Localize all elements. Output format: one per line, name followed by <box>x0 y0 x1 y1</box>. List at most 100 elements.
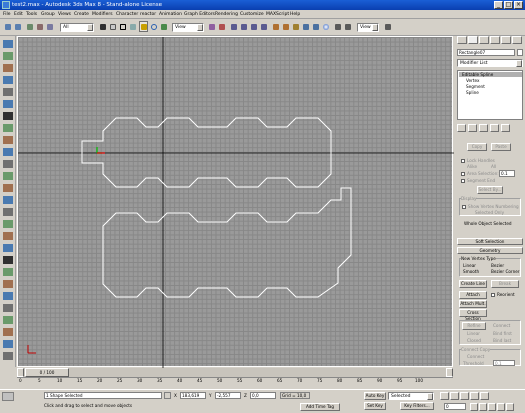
schematic-view-button[interactable] <box>311 21 320 32</box>
render-scene-button[interactable] <box>333 21 342 32</box>
menu-edit[interactable]: Edit <box>14 11 23 18</box>
tool-icon[interactable] <box>3 124 13 132</box>
zoom-button[interactable] <box>470 403 478 411</box>
x-coordinate-field[interactable]: 183,619 <box>180 392 206 399</box>
break-button[interactable]: Break <box>491 280 519 288</box>
menu-maxscript[interactable]: MAXScript <box>266 11 289 18</box>
soft-selection-rollout[interactable]: Soft Selection <box>457 238 523 245</box>
chevron-down-icon[interactable] <box>87 24 93 31</box>
linear-radio[interactable]: Linear <box>463 263 476 268</box>
add-time-tag-button[interactable]: Add Time Tag <box>300 403 340 411</box>
area-selection-checkbox[interactable] <box>461 172 465 176</box>
menu-help[interactable]: Help <box>290 11 300 18</box>
menu-graph-editors[interactable]: Graph Editors <box>184 11 215 18</box>
menu-character[interactable]: Character <box>116 11 138 18</box>
goto-end-button[interactable] <box>480 392 489 400</box>
time-slider[interactable]: 0 / 100 <box>17 368 453 377</box>
make-unique-button[interactable] <box>479 124 488 132</box>
segment-end-checkbox[interactable] <box>461 179 465 183</box>
align-button[interactable] <box>281 21 290 32</box>
curve-editor-button[interactable] <box>301 21 310 32</box>
hierarchy-tab[interactable] <box>479 36 489 44</box>
alike-radio-label[interactable]: Alike <box>467 164 477 169</box>
menu-file[interactable]: File <box>3 11 11 18</box>
zoom-extents-button[interactable] <box>488 403 496 411</box>
linear-checkbox-label[interactable]: Linear <box>467 331 480 336</box>
auto-key-button[interactable]: Auto Key <box>364 392 386 400</box>
tool-icon[interactable] <box>3 256 13 264</box>
connect-checkbox-label[interactable]: Connect <box>493 323 510 328</box>
object-name-field[interactable]: Rectangle07 <box>457 49 515 56</box>
remove-modifier-button[interactable] <box>490 124 499 132</box>
time-slider-thumb[interactable]: 0 / 100 <box>25 368 69 377</box>
menu-group[interactable]: Group <box>41 11 55 18</box>
bezier-corner-radio[interactable]: Bezier Corner <box>491 269 520 274</box>
connect-copy-checkbox-label[interactable]: Connect <box>467 354 484 359</box>
cross-section-button[interactable]: Cross Section <box>459 309 487 321</box>
key-filters-button[interactable]: Key Filters... <box>400 402 434 410</box>
select-rotate-button[interactable] <box>149 21 158 32</box>
show-vertex-numbering-checkbox[interactable] <box>462 205 466 209</box>
tool-icon[interactable] <box>3 76 13 84</box>
stack-item-segment[interactable]: Segment <box>466 84 485 89</box>
previous-frame-button[interactable] <box>450 392 459 400</box>
mirror-button[interactable] <box>271 21 280 32</box>
configure-sets-button[interactable] <box>501 124 510 132</box>
tool-icon[interactable] <box>3 148 13 156</box>
unlink-button[interactable] <box>35 21 44 32</box>
chevron-down-icon[interactable] <box>372 24 378 31</box>
spinner-snap-button[interactable] <box>259 21 268 32</box>
tool-icon[interactable] <box>3 136 13 144</box>
quick-render-button[interactable] <box>343 21 352 32</box>
select-object-button[interactable] <box>98 21 107 32</box>
play-button[interactable] <box>460 392 469 400</box>
display-tab[interactable] <box>501 36 511 44</box>
z-coordinate-field[interactable]: 0,0 <box>250 392 276 399</box>
tool-icon[interactable] <box>3 232 13 240</box>
menu-reactor[interactable]: reactor <box>140 11 156 18</box>
maximize-viewport-button[interactable] <box>506 403 514 411</box>
stack-item-editable-spline[interactable]: Editable Spline <box>459 72 522 77</box>
all-radio-label[interactable]: All <box>491 164 496 169</box>
copy-button[interactable]: Copy <box>467 143 487 151</box>
paste-button[interactable]: Paste <box>491 143 511 151</box>
bind-first-checkbox-label[interactable]: Bind first <box>493 331 512 336</box>
key-icon[interactable] <box>348 393 360 405</box>
y-coordinate-field[interactable]: -2,557 <box>215 392 241 399</box>
manipulate-button[interactable] <box>217 21 226 32</box>
lock-handles-checkbox[interactable] <box>461 159 465 163</box>
tool-icon[interactable] <box>3 112 13 120</box>
modifier-list-dropdown[interactable]: Modifier List <box>457 59 523 67</box>
bind-last-checkbox-label[interactable]: Bind last <box>493 338 511 343</box>
create-tab[interactable] <box>457 36 467 44</box>
current-frame-field[interactable]: 0 <box>444 403 466 410</box>
next-frame-button[interactable] <box>470 392 479 400</box>
tool-icon[interactable] <box>3 244 13 252</box>
pivot-center-button[interactable] <box>207 21 216 32</box>
lock-selection-icon[interactable] <box>164 392 171 399</box>
tool-icon[interactable] <box>3 208 13 216</box>
track-bar[interactable]: 0 5 10 15 20 25 30 35 40 45 50 55 60 65 … <box>17 377 453 389</box>
tool-icon[interactable] <box>3 316 13 324</box>
area-selection-spinner[interactable]: 0.1 <box>499 170 515 177</box>
select-by-name-button[interactable] <box>108 21 117 32</box>
pan-button[interactable] <box>497 403 505 411</box>
modify-tab[interactable] <box>468 36 478 44</box>
snap-toggle-button[interactable] <box>229 21 238 32</box>
window-crossing-button[interactable] <box>128 21 137 32</box>
rectangular-selection-button[interactable] <box>118 21 127 32</box>
tool-icon[interactable] <box>3 280 13 288</box>
minimize-button[interactable]: _ <box>494 1 503 9</box>
chevron-down-icon[interactable] <box>427 393 433 400</box>
geometry-rollout[interactable]: Geometry <box>457 247 523 254</box>
select-scale-button[interactable] <box>159 21 168 32</box>
closed-checkbox-label[interactable]: Closed <box>467 338 481 343</box>
selection-set-dropdown[interactable]: Selected <box>388 392 434 400</box>
close-button[interactable]: × <box>514 1 523 9</box>
tool-icon[interactable] <box>3 52 13 60</box>
tool-icon[interactable] <box>3 172 13 180</box>
tool-icon[interactable] <box>3 220 13 228</box>
render-type-dropdown[interactable]: View <box>357 23 379 32</box>
tool-icon[interactable] <box>3 184 13 192</box>
menu-animation[interactable]: Animation <box>159 11 182 18</box>
